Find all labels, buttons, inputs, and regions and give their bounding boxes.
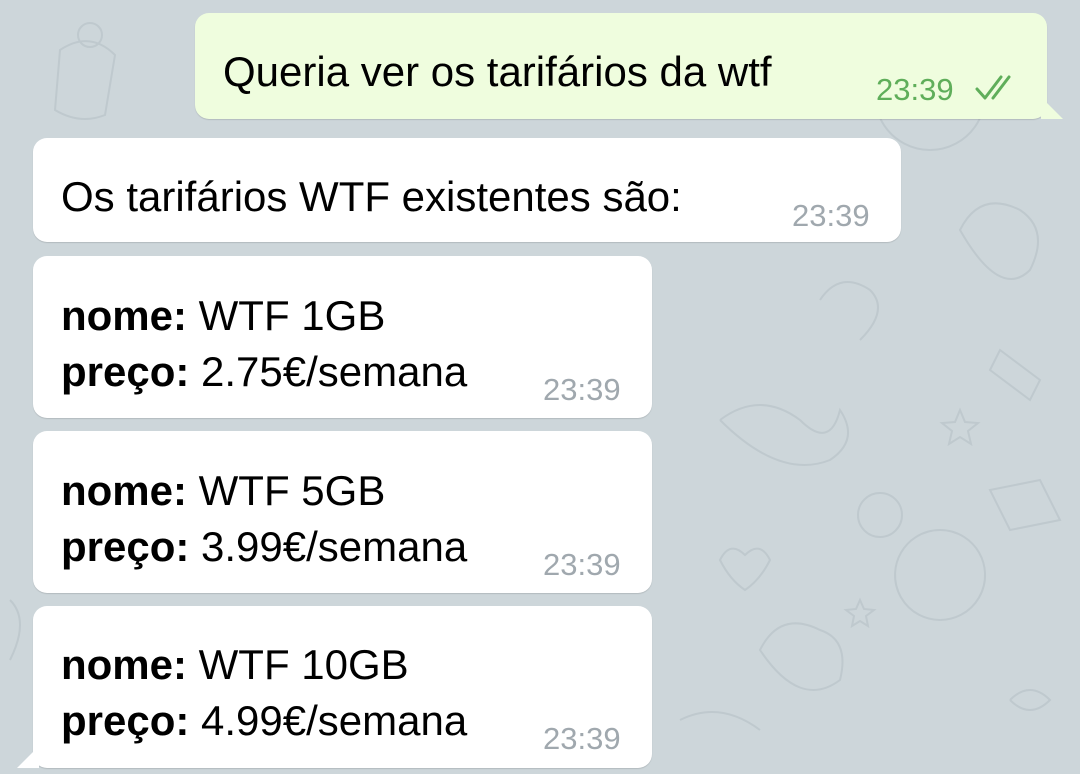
- plan-name-line: nome: WTF 10GB: [61, 644, 409, 686]
- plan-price-value: 4.99€/semana: [189, 697, 468, 744]
- plan-price-line: preço: 3.99€/semana: [61, 526, 467, 568]
- plan-message-time: 23:39: [543, 372, 621, 407]
- plan-name-label: nome:: [61, 467, 187, 514]
- plan-name-line: nome: WTF 5GB: [61, 470, 385, 512]
- outgoing-message-bubble[interactable]: Queria ver os tarifários da wtf 23:39: [195, 13, 1063, 119]
- plan-name-value: WTF 5GB: [187, 467, 386, 514]
- incoming-message-time: 23:39: [792, 198, 870, 233]
- plan-message-bubble[interactable]: nome: WTF 10GB preço: 4.99€/semana 23:39: [17, 606, 652, 768]
- plan-message-time: 23:39: [543, 721, 621, 756]
- incoming-message-text: Os tarifários WTF existentes são:: [61, 173, 682, 220]
- plan-name-value: WTF 1GB: [187, 292, 386, 339]
- double-check-read-icon: [975, 75, 1011, 100]
- plan-message-time: 23:39: [543, 547, 621, 582]
- plan-message-bubble[interactable]: nome: WTF 1GB preço: 2.75€/semana 23:39: [33, 256, 652, 418]
- outgoing-message-text: Queria ver os tarifários da wtf: [223, 48, 772, 95]
- incoming-message-bubble[interactable]: Os tarifários WTF existentes são: 23:39: [33, 138, 901, 242]
- plan-price-label: preço:: [61, 523, 190, 570]
- plan-name-line: nome: WTF 1GB: [61, 295, 385, 337]
- plan-price-line: preço: 2.75€/semana: [61, 351, 467, 393]
- plan-name-label: nome:: [61, 292, 187, 339]
- plan-message-bubble[interactable]: nome: WTF 5GB preço: 3.99€/semana 23:39: [33, 431, 652, 593]
- plan-price-label: preço:: [61, 348, 190, 395]
- outgoing-message-time: 23:39: [876, 72, 954, 107]
- plan-name-value: WTF 10GB: [187, 641, 409, 688]
- plan-price-value: 2.75€/semana: [189, 348, 468, 395]
- plan-price-value: 3.99€/semana: [189, 523, 468, 570]
- plan-name-label: nome:: [61, 641, 187, 688]
- plan-price-label: preço:: [61, 697, 190, 744]
- plan-price-line: preço: 4.99€/semana: [61, 700, 467, 742]
